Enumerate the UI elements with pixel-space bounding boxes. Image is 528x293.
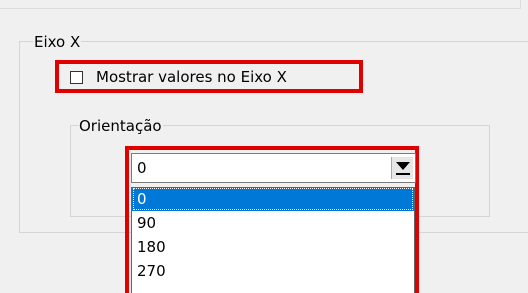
chevron-down-icon [396,162,410,170]
option-180[interactable]: 180 [132,235,414,259]
option-270[interactable]: 270 [132,259,414,283]
orientation-current-value: 0 [137,159,147,177]
option-0[interactable]: 0 [132,187,414,211]
show-values-highlight: Mostrar valores no Eixo X [55,60,363,93]
dropdown-bar-icon [396,173,410,175]
x-axis-group-legend: Eixo X [33,33,82,51]
orientation-group-legend: Orientação [78,117,163,135]
orientation-dropdown-list: 0 90 180 270 [131,187,415,293]
orientation-combobox[interactable]: 0 [131,153,416,183]
upper-panel-border [0,0,521,9]
dropdown-button[interactable] [391,157,413,179]
show-values-checkbox[interactable] [70,71,83,84]
option-90[interactable]: 90 [132,211,414,235]
show-values-label[interactable]: Mostrar valores no Eixo X [96,67,287,87]
